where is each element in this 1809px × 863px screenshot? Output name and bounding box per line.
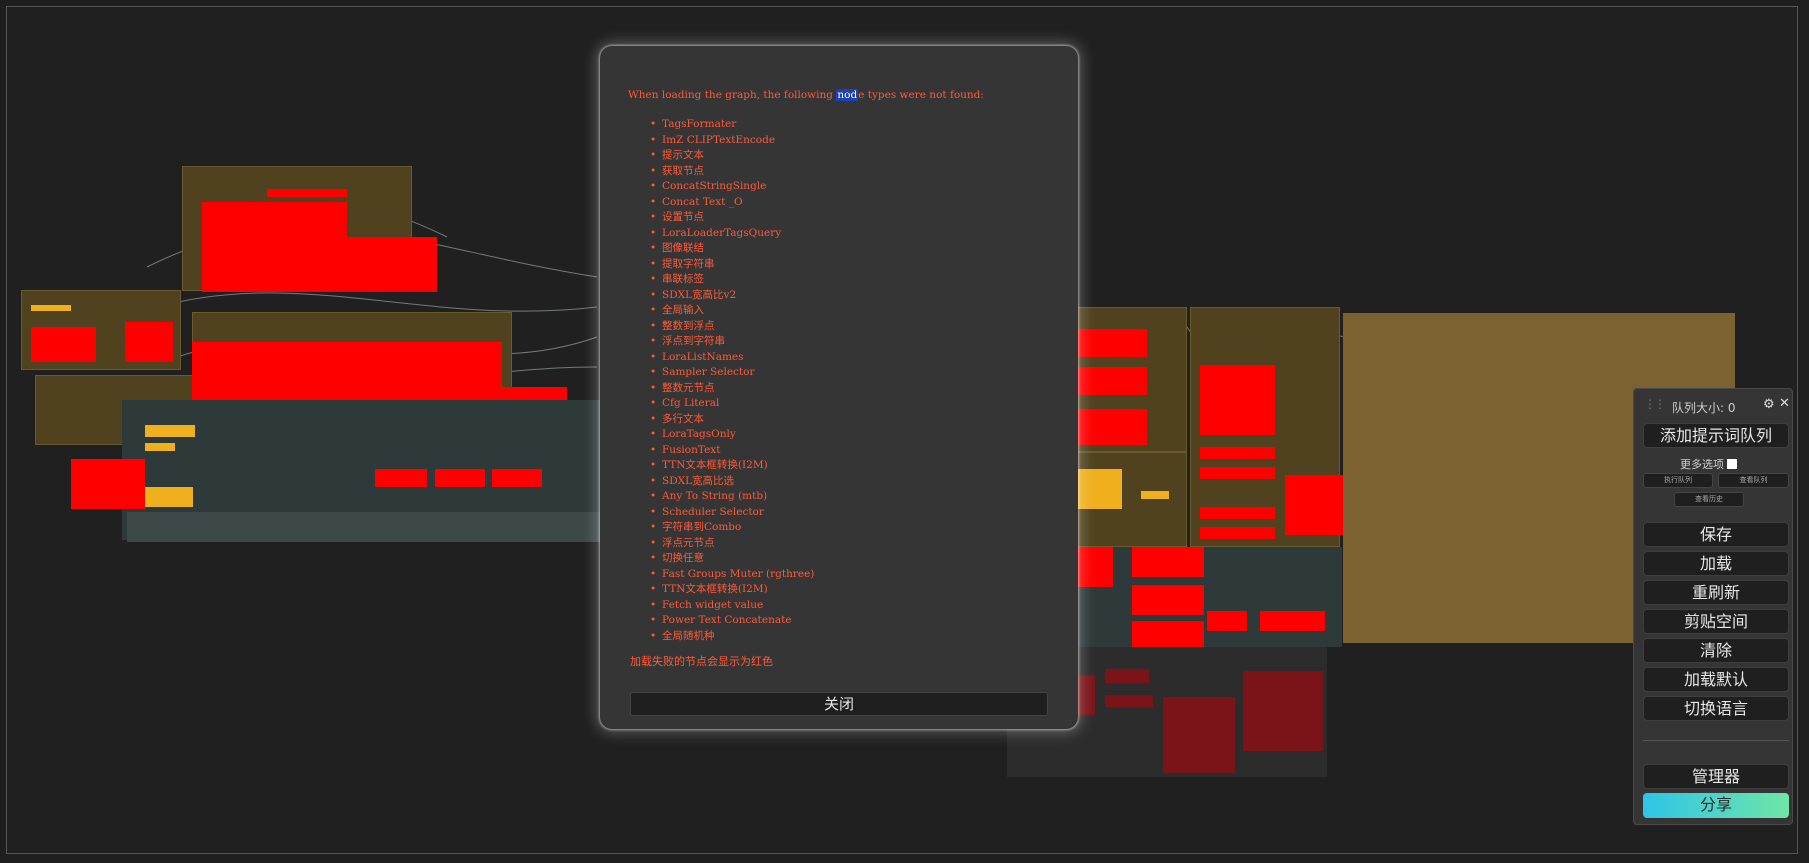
graph-node[interactable]: [145, 425, 195, 437]
missing-node-item: TTN文本框转换(I2M): [650, 582, 1050, 598]
missing-node[interactable]: [1077, 367, 1147, 395]
bypassed-node[interactable]: [1105, 695, 1153, 707]
missing-node-item: 整数元节点: [650, 381, 1050, 397]
graph-node[interactable]: [145, 487, 193, 507]
missing-node-item: Fast Groups Muter (rgthree): [650, 567, 1050, 583]
missing-node[interactable]: [1132, 547, 1204, 577]
missing-node[interactable]: [375, 469, 427, 487]
load-default-button[interactable]: 加载默认: [1643, 667, 1789, 692]
missing-node-item: Concat Text _O: [650, 195, 1050, 211]
missing-node-item: 字符串到Combo: [650, 520, 1050, 536]
missing-node-item: 提示文本: [650, 148, 1050, 164]
missing-node-item: Sampler Selector: [650, 365, 1050, 381]
missing-node[interactable]: [1200, 527, 1275, 539]
share-button[interactable]: 分享: [1643, 793, 1789, 818]
missing-node-item: ConcatStringSingle: [650, 179, 1050, 195]
view-queue-button[interactable]: 执行队列: [1643, 473, 1713, 488]
missing-node[interactable]: [1077, 409, 1147, 445]
clipspace-button[interactable]: 剪贴空间: [1643, 609, 1789, 634]
close-icon[interactable]: ✕: [1779, 396, 1790, 411]
missing-node-list: TagsFormaterImZ CLIPTextEncode提示文本获取节点Co…: [650, 117, 1050, 644]
missing-node[interactable]: [1132, 621, 1204, 649]
missing-node[interactable]: [377, 387, 567, 401]
missing-node-item: ImZ CLIPTextEncode: [650, 133, 1050, 149]
missing-node[interactable]: [492, 469, 542, 487]
missing-node[interactable]: [1285, 475, 1345, 535]
bypassed-node[interactable]: [1105, 669, 1149, 683]
load-button[interactable]: 加载: [1643, 551, 1789, 576]
missing-node-item: Scheduler Selector: [650, 505, 1050, 521]
save-button[interactable]: 保存: [1643, 522, 1789, 547]
graph-node[interactable]: [1141, 491, 1169, 499]
missing-node-item: 多行文本: [650, 412, 1050, 428]
dialog-message: When loading the graph, the following no…: [628, 89, 984, 101]
missing-node[interactable]: [31, 327, 96, 362]
missing-node-item: 整数到浮点: [650, 319, 1050, 335]
missing-node-item: LoraListNames: [650, 350, 1050, 366]
missing-node[interactable]: [435, 469, 485, 487]
missing-node-item: SDXL宽高比选: [650, 474, 1050, 490]
missing-node-item: 设置节点: [650, 210, 1050, 226]
graph-node[interactable]: [127, 512, 607, 542]
missing-node-item: 浮点元节点: [650, 536, 1050, 552]
more-options-checkbox[interactable]: [1727, 459, 1737, 469]
missing-node-item: TTN文本框转换(I2M): [650, 458, 1050, 474]
missing-node[interactable]: [125, 322, 173, 362]
missing-node[interactable]: [1132, 585, 1204, 615]
missing-node[interactable]: [1200, 507, 1275, 519]
drag-handle-icon[interactable]: ⋮⋮: [1644, 397, 1666, 411]
graph-node[interactable]: [145, 443, 175, 451]
missing-node-item: SDXL宽高比v2: [650, 288, 1050, 304]
bypassed-node[interactable]: [1075, 675, 1095, 715]
missing-node-item: Fetch widget value: [650, 598, 1050, 614]
refresh-button[interactable]: 重刷新: [1643, 580, 1789, 605]
missing-node[interactable]: [1200, 467, 1275, 479]
graph-group[interactable]: [1077, 547, 1342, 647]
missing-node[interactable]: [1260, 611, 1325, 631]
missing-node[interactable]: [267, 189, 347, 197]
switch-language-button[interactable]: 切换语言: [1643, 696, 1789, 721]
gear-icon[interactable]: ⚙: [1763, 397, 1775, 412]
missing-node-item: LoraTagsOnly: [650, 427, 1050, 443]
view-queue-button-2[interactable]: 查看队列: [1718, 473, 1789, 488]
comfyui-canvas-view: When loading the graph, the following no…: [0, 0, 1809, 863]
dialog-note: 加载失败的节点会显示为红色: [630, 655, 773, 668]
missing-node-item: Power Text Concatenate: [650, 613, 1050, 629]
close-button[interactable]: 关闭: [630, 692, 1048, 716]
missing-node-item: 提取字符串: [650, 257, 1050, 273]
missing-node-item: 切换任意: [650, 551, 1050, 567]
more-options-label: 更多选项: [1680, 458, 1724, 471]
graph-node[interactable]: [31, 305, 71, 311]
queue-side-panel: ⋮⋮ 队列大小: 0 ⚙ ✕ 添加提示词队列 更多选项 执行队列 查看队列 查看…: [1633, 388, 1793, 825]
missing-node-item: 获取节点: [650, 164, 1050, 180]
panel-divider: [1643, 740, 1789, 741]
manager-button[interactable]: 管理器: [1643, 764, 1789, 789]
bypassed-node[interactable]: [1163, 697, 1235, 773]
queue-size-label: 队列大小: 0: [1672, 401, 1736, 415]
missing-node[interactable]: [1200, 365, 1275, 435]
view-history-button[interactable]: 查看历史: [1674, 492, 1744, 507]
more-options-toggle[interactable]: 更多选项: [1680, 456, 1737, 472]
missing-node[interactable]: [1207, 611, 1247, 631]
clear-button[interactable]: 清除: [1643, 638, 1789, 663]
missing-node-item: 串联标签: [650, 272, 1050, 288]
missing-node[interactable]: [71, 459, 145, 509]
missing-node-item: 全局随机种: [650, 629, 1050, 645]
bypassed-node[interactable]: [1243, 671, 1323, 751]
missing-node-item: LoraLoaderTagsQuery: [650, 226, 1050, 242]
missing-node[interactable]: [1077, 547, 1113, 587]
queue-prompt-button[interactable]: 添加提示词队列: [1643, 423, 1789, 448]
missing-node-item: Cfg Literal: [650, 396, 1050, 412]
missing-node-item: Any To String (mtb): [650, 489, 1050, 505]
missing-node[interactable]: [307, 237, 437, 292]
missing-node-item: FusionText: [650, 443, 1050, 459]
missing-node[interactable]: [1077, 329, 1147, 357]
missing-node-item: 浮点到字符串: [650, 334, 1050, 350]
graph-node[interactable]: [1077, 469, 1122, 509]
missing-node-item: 全局输入: [650, 303, 1050, 319]
missing-node-item: 图像联结: [650, 241, 1050, 257]
missing-nodes-dialog: When loading the graph, the following no…: [600, 46, 1078, 729]
missing-node[interactable]: [1200, 447, 1275, 459]
missing-node-item: TagsFormater: [650, 117, 1050, 133]
